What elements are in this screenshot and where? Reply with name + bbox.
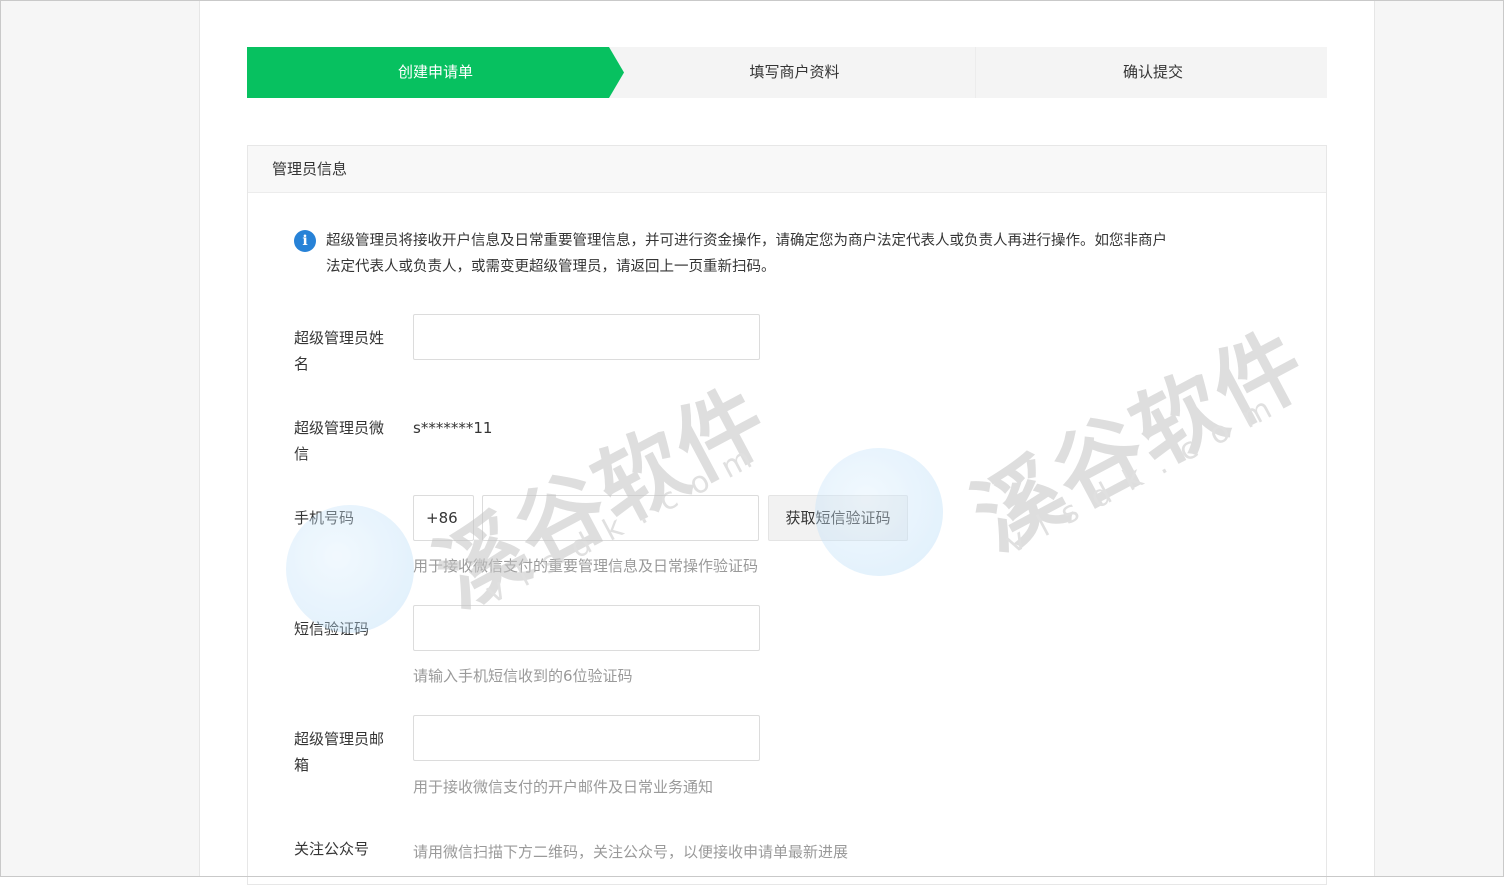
step-create-application: 创建申请单 — [247, 47, 624, 98]
step-label: 创建申请单 — [397, 63, 473, 81]
step-label: 确认提交 — [1122, 63, 1183, 81]
admin-email-input[interactable] — [413, 715, 760, 761]
sms-code-label: 短信验证码 — [294, 620, 370, 638]
country-code-field[interactable]: +86 — [413, 495, 474, 541]
panel-title: 管理员信息 — [248, 146, 1326, 193]
phone-label: 手机号码 — [294, 509, 355, 527]
step-divider — [975, 47, 976, 98]
step-fill-merchant-info: 填写商户资料 — [627, 47, 962, 98]
admin-wechat-value: s*******11 — [413, 419, 493, 437]
admin-name-label: 超级管理员姓 名 — [294, 329, 385, 373]
admin-notice: i 超级管理员将接收开户信息及日常重要管理信息，并可进行资金操作，请确定您为商户… — [294, 228, 1284, 280]
admin-wechat-label: 超级管理员微 信 — [294, 419, 385, 463]
phone-hint: 用于接收微信支付的重要管理信息及日常操作验证码 — [413, 557, 759, 575]
step-confirm-submit: 确认提交 — [979, 47, 1327, 98]
notice-line-2: 法定代表人或负责人，或需变更超级管理员，请返回上一页重新扫码。 — [326, 259, 776, 275]
follow-account-label: 关注公众号 — [294, 840, 370, 858]
admin-name-input[interactable] — [413, 314, 760, 360]
info-icon: i — [294, 230, 316, 252]
notice-line-1: 超级管理员将接收开户信息及日常重要管理信息，并可进行资金操作，请确定您为商户法定… — [326, 233, 1167, 249]
phone-input[interactable] — [482, 495, 759, 541]
left-gutter — [0, 0, 200, 877]
get-sms-code-button[interactable]: 获取短信验证码 — [768, 495, 908, 541]
right-gutter — [1374, 0, 1504, 877]
step-label: 填写商户资料 — [749, 63, 840, 81]
admin-email-label: 超级管理员邮 箱 — [294, 730, 385, 774]
progress-steps: 创建申请单 填写商户资料 确认提交 — [247, 47, 1327, 98]
sms-code-hint: 请输入手机短信收到的6位验证码 — [413, 667, 633, 685]
follow-account-hint: 请用微信扫描下方二维码，关注公众号，以便接收申请单最新进展 — [413, 843, 849, 861]
email-hint: 用于接收微信支付的开户邮件及日常业务通知 — [413, 778, 714, 796]
sms-code-input[interactable] — [413, 605, 760, 651]
